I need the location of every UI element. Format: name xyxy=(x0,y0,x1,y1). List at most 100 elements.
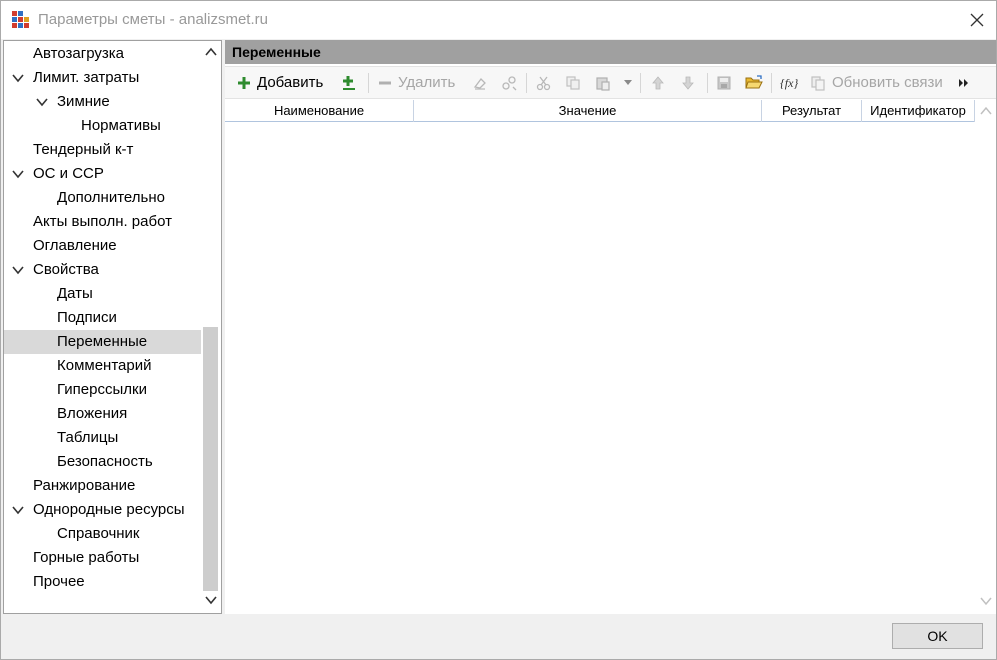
tree-item[interactable]: Зимние xyxy=(4,90,201,114)
chevron-down-icon[interactable] xyxy=(36,97,48,107)
cut-button[interactable] xyxy=(536,67,552,98)
chevron-down-icon[interactable] xyxy=(12,169,24,179)
tree-item[interactable]: Однородные ресурсы xyxy=(4,498,201,522)
add-child-button[interactable] xyxy=(341,67,357,98)
delete-label: Удалить xyxy=(398,74,456,91)
tree-item[interactable]: Акты выполн. работ xyxy=(4,210,201,234)
scroll-down-icon[interactable] xyxy=(980,596,992,606)
tree-item-label: Комментарий xyxy=(57,357,152,374)
tree-item-label: Тендерный к-т xyxy=(33,141,134,158)
chevron-down-icon[interactable] xyxy=(12,505,24,515)
tree-item-label: ОС и ССР xyxy=(33,165,104,182)
add-label: Добавить xyxy=(257,74,324,91)
tree-scrollbar[interactable] xyxy=(201,41,221,613)
tree-item[interactable]: Справочник xyxy=(4,522,201,546)
toolbar: Добавить Удалить {fx} Обновить связи xyxy=(225,66,996,99)
function-icon: {fx} xyxy=(780,76,798,90)
column-header-value[interactable]: Значение xyxy=(414,100,762,122)
tree-item[interactable]: Переменные xyxy=(4,330,201,354)
tree-item[interactable]: Нормативы xyxy=(4,114,201,138)
tree-item-label: Переменные xyxy=(57,333,148,350)
open-button[interactable] xyxy=(745,67,763,98)
tree-item-label: Свойства xyxy=(33,261,99,278)
tree-item[interactable]: Даты xyxy=(4,282,201,306)
tree-item[interactable]: Тендерный к-т xyxy=(4,138,201,162)
toolbar-separator xyxy=(771,73,772,93)
formula-button[interactable]: {fx} xyxy=(780,67,798,98)
refresh-links-button[interactable]: Обновить связи xyxy=(810,67,943,98)
tree-item-label: Прочее xyxy=(33,573,85,590)
tree-item-label: Подписи xyxy=(57,309,117,326)
variables-panel: Переменные Добавить Удалить {fx} Обновит… xyxy=(225,40,996,614)
tree-item[interactable]: Лимит. затраты xyxy=(4,66,201,90)
tree-item-label: Справочник xyxy=(57,525,140,542)
eraser-icon xyxy=(473,77,486,90)
grid-scrollbar[interactable] xyxy=(975,100,996,614)
save-button[interactable] xyxy=(716,67,732,98)
tree-item[interactable]: ОС и ССР xyxy=(4,162,201,186)
tree-item[interactable]: Подписи xyxy=(4,306,201,330)
arrow-down-icon xyxy=(682,76,694,90)
scroll-up-icon[interactable] xyxy=(205,47,217,57)
paste-button[interactable] xyxy=(595,67,611,98)
toolbar-separator xyxy=(526,73,527,93)
column-header-identifier[interactable]: Идентификатор xyxy=(862,100,975,122)
tree-item[interactable]: Ранжирование xyxy=(4,474,201,498)
tree-scroll-thumb[interactable] xyxy=(203,327,218,591)
tree-item-label: Автозагрузка xyxy=(33,45,124,62)
tree-item-label: Нормативы xyxy=(81,117,161,134)
tree-item-label: Горные работы xyxy=(33,549,140,566)
ok-button[interactable]: OK xyxy=(892,623,983,649)
tree-item[interactable]: Дополнительно xyxy=(4,186,201,210)
folder-open-icon xyxy=(745,74,763,88)
tree-item-label: Вложения xyxy=(57,405,128,422)
tree-item[interactable]: Оглавление xyxy=(4,234,201,258)
paste-dropdown-button[interactable] xyxy=(624,67,632,98)
tree-item[interactable]: Прочее xyxy=(4,570,201,594)
tree-item-label: Оглавление xyxy=(33,237,117,254)
tree-item-label: Лимит. затраты xyxy=(33,69,140,86)
settings-tree: Автозагрузка Лимит. затраты Зимние Норматив… xyxy=(3,40,222,614)
variables-grid[interactable] xyxy=(225,122,975,614)
tree-item[interactable]: Гиперссылки xyxy=(4,378,201,402)
unlink-button[interactable] xyxy=(501,67,517,98)
plus-icon xyxy=(238,76,250,89)
column-header-name[interactable]: Наименование xyxy=(225,100,414,122)
close-icon xyxy=(970,13,984,27)
unlink-icon xyxy=(502,75,517,90)
tree-item-label: Безопасность xyxy=(57,453,153,470)
copy-button[interactable] xyxy=(565,67,581,98)
toolbar-separator xyxy=(368,73,369,93)
chevron-down-icon[interactable] xyxy=(12,73,24,83)
tree-item[interactable]: Безопасность xyxy=(4,450,201,474)
tree-item-label: Акты выполн. работ xyxy=(33,213,172,230)
grid-header: Наименование Значение Результат Идентифи… xyxy=(225,100,975,122)
copy-icon xyxy=(566,75,580,90)
svg-text:{fx}: {fx} xyxy=(780,76,798,90)
scroll-down-icon[interactable] xyxy=(205,595,217,605)
move-up-button[interactable] xyxy=(651,67,665,98)
dialog-window: Параметры сметы - analizsmet.ru Автозагр… xyxy=(0,0,997,660)
window-title: Параметры сметы - analizsmet.ru xyxy=(38,11,268,28)
close-button[interactable] xyxy=(956,1,996,39)
tree-item[interactable]: Таблицы xyxy=(4,426,201,450)
column-header-result[interactable]: Результат xyxy=(762,100,862,122)
paste-icon xyxy=(596,76,610,91)
tree-item-label: Дополнительно xyxy=(57,189,165,206)
title-bar: Параметры сметы - analizsmet.ru xyxy=(1,1,996,39)
tree-item-label: Зимние xyxy=(57,93,110,110)
save-icon xyxy=(717,76,731,89)
tree-item[interactable]: Автозагрузка xyxy=(4,42,201,66)
tree-item[interactable]: Свойства xyxy=(4,258,201,282)
tree-item[interactable]: Вложения xyxy=(4,402,201,426)
add-button[interactable]: Добавить xyxy=(237,67,323,98)
add-child-icon xyxy=(343,75,355,90)
chevron-down-icon[interactable] xyxy=(12,265,24,275)
move-down-button[interactable] xyxy=(681,67,695,98)
delete-button[interactable]: Удалить xyxy=(378,67,455,98)
toolbar-overflow-button[interactable] xyxy=(958,67,970,98)
tree-item[interactable]: Комментарий xyxy=(4,354,201,378)
scroll-up-icon[interactable] xyxy=(980,106,992,116)
tree-item[interactable]: Горные работы xyxy=(4,546,201,570)
eraser-button[interactable] xyxy=(472,67,488,98)
